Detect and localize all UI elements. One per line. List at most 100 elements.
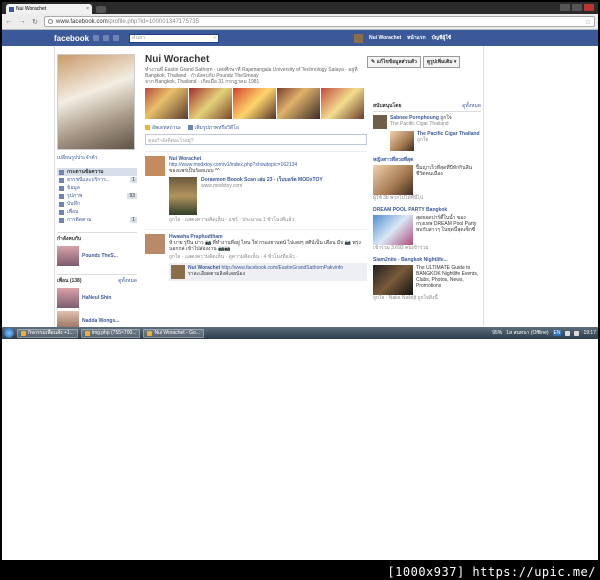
refresh-icon[interactable]: ↻ [31, 18, 39, 26]
ad-item[interactable]: ปิ้มญาเร็วที่สุดที่ปีหักกินลีน ชีวิตคนเม… [373, 165, 481, 195]
photo-thumbnail[interactable] [321, 88, 364, 119]
language-indicator[interactable]: EN [552, 330, 562, 336]
menu-icon [59, 201, 64, 207]
minimize-button[interactable] [560, 4, 570, 11]
friend-name[interactable]: Nadda Wongs... [82, 318, 119, 324]
story-meta[interactable]: ถูกใจ · แสดงความคิดเห็น · แชร์ · ประมาณ … [169, 217, 367, 223]
maximize-button[interactable] [572, 4, 582, 11]
close-window-button[interactable] [584, 4, 594, 11]
avatar[interactable] [373, 115, 387, 129]
facebook-logo[interactable]: facebook [54, 34, 89, 43]
search-icon[interactable]: ⌕ [213, 35, 216, 41]
sidebar-item[interactable]: เพื่อน [57, 208, 137, 216]
menu-icon [59, 217, 64, 223]
messages-icon[interactable] [103, 35, 110, 41]
friend-name[interactable]: HaNeul Shin [82, 295, 111, 301]
ad-image[interactable] [373, 215, 413, 245]
relationship-name[interactable]: Poundz TheS... [82, 253, 118, 259]
photo-thumbnail[interactable] [145, 88, 188, 119]
friend-requests-icon[interactable] [93, 35, 100, 41]
relationship-title: กำลังคบกับ [57, 232, 137, 243]
profile-picture[interactable] [57, 54, 135, 150]
top-nav-user-name[interactable]: Nui Worachet [369, 35, 401, 41]
friends-title-text: เพื่อน (138) [57, 278, 82, 284]
back-icon[interactable]: ← [5, 18, 13, 25]
taskbar-item[interactable]: กิจกรรมเพื่อนสั่ง +1... [17, 328, 78, 338]
tab-close-icon[interactable]: × [86, 6, 89, 12]
clock[interactable]: 19:17 [583, 330, 596, 336]
ad-title[interactable]: Siam2nite - Bangkok Nightlife... [373, 257, 481, 263]
window-controls [560, 4, 594, 11]
taskbar-item-label: Nui Worachet - Go... [154, 330, 200, 336]
start-button[interactable] [4, 328, 14, 338]
volume-icon[interactable] [574, 330, 580, 336]
ad-item[interactable]: สุดยอดปาร์ตี้ในน้ำ ของกรุงเทพ DREAM Pool… [373, 215, 481, 245]
notifications-icon[interactable] [113, 35, 120, 41]
photo-tab-label: เพิ่มรูปภาพหรือวิดีโอ [194, 125, 239, 131]
ad-meta[interactable]: ถูกใจ · Nake Nakejt ถูกใจสิ่งนี้ [373, 295, 481, 301]
sidebar-item[interactable]: ดรรชนีและบริการ... 1 [57, 176, 137, 184]
status-composer[interactable]: คุณกำลังคิดอะไรอยู่? [145, 134, 367, 145]
friend-item[interactable]: HaNeul Shin [57, 288, 137, 308]
ad-meta[interactable]: ผู้ใช้ 3b พวกไปได้ที่นี่ไป [373, 195, 481, 201]
avatar[interactable] [145, 234, 165, 254]
publisher-tabs: อัพเดทสถานะ เพิ่มรูปภาพหรือวิดีโอ [145, 124, 367, 132]
ad-item[interactable]: The ULTIMATE Guide to BANGKOK Nightlife … [373, 265, 481, 295]
sidebar-item-label: กระดานข้อความ [67, 169, 104, 175]
zoom-level[interactable]: 95% [492, 330, 502, 336]
network-icon[interactable] [565, 330, 571, 336]
address-bar[interactable]: www.facebook.com/profile.php?id=10000134… [44, 16, 595, 27]
bookmark-star-icon[interactable]: ☆ [585, 18, 591, 26]
menu-icon [59, 177, 64, 183]
sidebar-title: สนับสนุนโดย [373, 103, 402, 109]
photo-thumbnail[interactable] [189, 88, 232, 119]
change-picture-link[interactable]: เปลี่ยนรูปประจำตัว [57, 154, 137, 162]
main-column: Nui Worachet ทำงานที่ Eastin Grand Satho… [145, 54, 367, 281]
friends-see-all-link[interactable]: ดูทั้งหมด [118, 277, 137, 285]
browser-tab[interactable]: Nui Worachet × [6, 4, 92, 14]
profile-name: Nui Worachet [145, 54, 210, 65]
browser-tab-bar: Nui Worachet × [2, 2, 598, 14]
avatar[interactable] [145, 156, 165, 176]
ad-item[interactable]: The Pacific Cigar Thailand ถูกใจ [373, 131, 481, 151]
sidebar-item[interactable]: ข้อมูล [57, 184, 137, 192]
ad-title[interactable]: หญิงสาวที่สวยที่สุด [373, 157, 481, 163]
app-icon [147, 330, 153, 336]
friend-photo[interactable] [57, 288, 79, 308]
top-nav-home[interactable]: หน้าแรก [407, 34, 425, 42]
sidebar-item[interactable]: การติดตาม 1 [57, 216, 137, 224]
ad-like-link[interactable]: ถูกใจ [417, 137, 480, 143]
search-input[interactable]: ค้นหา ⌕ [129, 33, 220, 43]
new-tab-button[interactable] [96, 6, 106, 13]
photos-button[interactable]: ดูรูปเพิ่มเติม ▾ [422, 56, 461, 68]
system-tray: 95% 1ส สนทนา (Offline) EN 19:17 [492, 329, 596, 337]
ad-image[interactable] [373, 265, 413, 295]
ad-image[interactable] [390, 131, 414, 151]
photo-thumbnail[interactable] [233, 88, 276, 119]
photo-tab[interactable]: เพิ่มรูปภาพหรือวิดีโอ [187, 124, 239, 132]
sidebar-item[interactable]: กระดานข้อความ [57, 168, 137, 176]
story-attachment[interactable]: Doraemon Boook Scan เล่ม 23 - เว็บบอร์ด … [169, 177, 367, 215]
sidebar-item[interactable]: รูปภาพ 93 [57, 192, 137, 200]
status-tab[interactable]: อัพเดทสถานะ [145, 124, 182, 132]
ad-meta[interactable]: เข้าร่วม 3,692 คนเข้าร่วม [373, 245, 481, 251]
relationship-item[interactable]: Poundz TheS... [57, 246, 137, 266]
story-meta[interactable]: ถูกใจ · แสดงความคิดเห็น · ดูความคิดเห็น … [169, 254, 367, 260]
relationship-photo[interactable] [57, 246, 79, 266]
forward-icon[interactable]: → [18, 18, 26, 25]
avatar[interactable] [354, 33, 363, 43]
photo-thumbnail[interactable] [277, 88, 320, 119]
attachment-thumbnail[interactable] [169, 177, 197, 215]
avatar[interactable] [171, 265, 185, 279]
taskbar-item[interactable]: img.php (755×700... [80, 328, 141, 338]
liked-page[interactable]: The Pacific Cigar Thailand [390, 121, 452, 127]
chat-status[interactable]: 1ส สนทนา (Offline) [506, 329, 548, 337]
ad-title[interactable]: DREAM POOL PARTY Bangkok [373, 207, 481, 213]
taskbar-item[interactable]: Nui Worachet - Go... [143, 328, 204, 338]
edit-profile-button[interactable]: ✎ แก้ไขข้อมูลส่วนตัว [367, 56, 421, 68]
sidebar-see-all-link[interactable]: ดูทั้งหมด [462, 102, 481, 110]
top-nav-account[interactable]: บัญชีผู้ใช้ [432, 34, 452, 42]
sidebar-item[interactable]: บันทึก [57, 200, 137, 208]
ad-image[interactable] [373, 165, 413, 195]
sidebar-item-count: 1 [130, 217, 137, 223]
